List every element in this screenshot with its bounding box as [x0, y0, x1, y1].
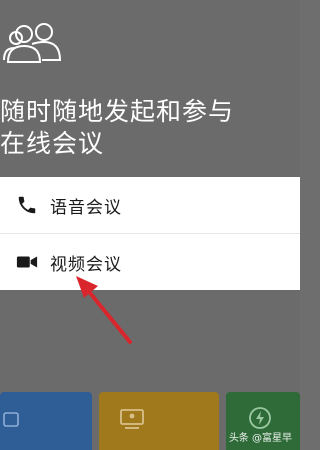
people-group-icon	[3, 23, 62, 63]
lightning-icon	[249, 407, 271, 429]
headline-line-2: 在线会议	[0, 129, 105, 158]
video-camera-icon	[16, 256, 38, 268]
screen-share-icon	[120, 409, 144, 429]
voice-meeting-option[interactable]: 语音会议	[0, 177, 300, 234]
video-meeting-option[interactable]: 视频会议	[0, 234, 300, 290]
headline: 随时随地发起和参与 在线会议	[0, 96, 300, 160]
feature-tile-screen-share[interactable]	[99, 392, 219, 450]
voice-meeting-label: 语音会议	[50, 197, 122, 218]
calendar-icon	[3, 412, 19, 427]
annotation-arrow	[76, 276, 132, 344]
feature-tile-calendar[interactable]	[0, 392, 92, 450]
watermark: 头条 @富星早	[228, 433, 292, 444]
headline-line-1: 随时随地发起和参与	[0, 97, 235, 126]
phone-icon	[18, 196, 36, 214]
meeting-type-sheet: 语音会议 视频会议	[0, 177, 300, 290]
